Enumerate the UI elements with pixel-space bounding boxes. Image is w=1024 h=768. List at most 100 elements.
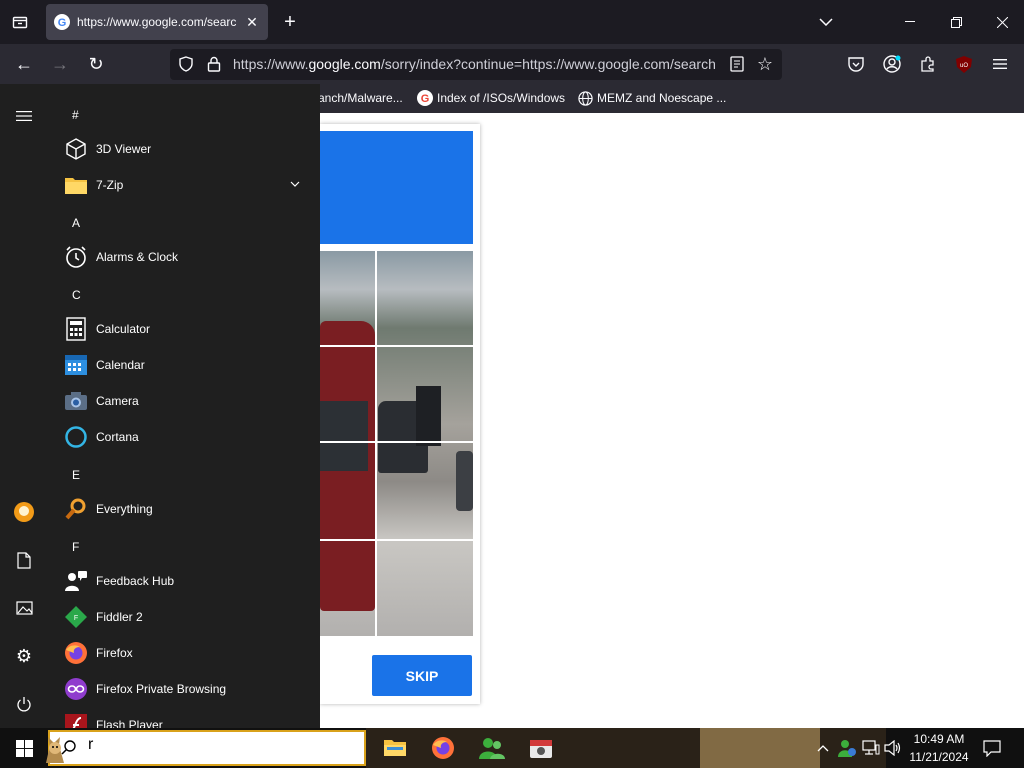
restore-icon[interactable] [942,8,970,36]
tab-title: https://www.google.com/searc [77,15,237,29]
app-calculator[interactable]: Calculator [58,311,312,347]
search-icon [60,737,78,757]
network-icon[interactable] [860,736,882,760]
calendar-icon [62,351,90,379]
url-domain: google.com [308,56,381,72]
captcha-tile[interactable] [377,443,473,538]
pictures-icon[interactable] [0,590,48,626]
app-label: Firefox [96,646,133,660]
tracking-protection-shield-icon[interactable] [176,54,196,74]
captcha-tile[interactable] [377,541,473,636]
settings-gear-icon[interactable]: ⚙ [0,638,48,674]
chevron-down-icon[interactable] [814,10,838,34]
action-center-notification-icon[interactable] [980,736,1004,760]
close-tab-icon[interactable]: ✕ [243,12,261,32]
forward-icon[interactable]: → [46,50,74,78]
captcha-tile[interactable] [377,251,473,344]
recaptcha-image-grid [320,251,473,636]
app-cortana[interactable]: Cortana [58,419,312,455]
captcha-tile[interactable] [320,347,375,440]
captcha-tile[interactable] [377,347,473,440]
bookmark-malware[interactable]: anch/Malware... [318,84,403,113]
taskbar-search-input[interactable] [48,730,366,766]
cube-icon [62,135,90,163]
svg-text:G: G [421,93,430,105]
app-alarms-clock[interactable]: Alarms & Clock [58,239,312,275]
expand-menu-hamburger-icon[interactable] [0,98,48,134]
calculator-icon [62,315,90,343]
section-header-hash[interactable]: # [72,108,79,122]
user-status-tray-icon[interactable] [836,736,858,760]
pocket-icon[interactable] [845,54,867,74]
app-label: Cortana [96,430,139,444]
app-label: Alarms & Clock [96,250,179,264]
app-feedback-hub[interactable]: Feedback Hub [58,563,312,599]
taskbar-wallpaper-strip [700,728,820,768]
app-firefox-private-browsing[interactable]: Firefox Private Browsing [58,671,312,707]
section-header-e[interactable]: E [72,468,80,482]
app-label: Camera [96,394,139,408]
bookmark-isos-windows[interactable]: Index of /ISOs/Windows [437,84,565,113]
media-app-icon[interactable] [521,730,561,766]
section-header-c[interactable]: C [72,288,81,302]
flash-icon [62,711,90,728]
feedback-icon [62,567,90,595]
url-text[interactable]: https://www.google.com/sorry/index?conti… [233,49,715,80]
captcha-tile[interactable] [320,443,375,538]
close-window-icon[interactable] [988,8,1016,36]
app-flash-player[interactable]: Flash Player [58,707,312,728]
clock-date[interactable]: 11/21/2024 [904,750,974,764]
app-3d-viewer[interactable]: 3D Viewer [58,131,312,167]
globe-icon [577,90,593,106]
ublock-origin-icon[interactable]: uO [953,54,975,74]
lock-icon[interactable] [204,54,224,74]
show-hidden-icons-chevron-icon[interactable] [813,736,833,760]
list-all-tabs-icon[interactable] [4,4,36,40]
folder-icon [62,171,90,199]
app-calendar[interactable]: Calendar [58,347,312,383]
bookmark-star-icon[interactable]: ☆ [754,54,776,74]
documents-icon[interactable] [0,542,48,578]
app-label: Flash Player [96,718,163,728]
reader-view-icon[interactable] [727,54,747,74]
app-label: 3D Viewer [96,142,152,156]
new-tab-icon[interactable]: + [278,8,302,36]
private-browsing-icon [62,675,90,703]
url-path: /sorry/index?continue=https://www.google… [380,56,715,72]
app-everything[interactable]: Everything [58,491,312,527]
people-app-icon[interactable] [472,730,512,766]
skip-button[interactable]: SKIP [372,655,472,696]
app-label: Calendar [96,358,145,372]
bookmark-memz[interactable]: MEMZ and Noescape ... [597,84,726,113]
account-icon[interactable] [881,54,903,74]
app-7-zip[interactable]: 7-Zip [58,167,312,203]
app-label: Everything [96,502,153,516]
user-avatar-icon[interactable] [0,494,48,530]
app-fiddler-2[interactable]: F Fiddler 2 [58,599,312,635]
magnifier-icon [62,495,90,523]
cortana-icon [62,423,90,451]
clock-time[interactable]: 10:49 AM [904,732,974,746]
recaptcha-header [320,131,473,244]
section-header-a[interactable]: A [72,216,80,230]
app-camera[interactable]: Camera [58,383,312,419]
fiddler-icon: F [62,603,90,631]
menu-hamburger-icon[interactable] [988,54,1012,74]
url-prefix: https://www. [233,56,309,72]
chevron-down-icon[interactable] [288,177,302,191]
section-header-f[interactable]: F [72,540,79,554]
file-explorer-icon[interactable] [375,730,415,766]
volume-icon[interactable] [882,736,904,760]
app-firefox[interactable]: Firefox [58,635,312,671]
captcha-tile[interactable] [320,251,375,344]
reload-icon[interactable]: ↻ [82,50,110,78]
captcha-tile[interactable] [320,541,375,636]
google-g-icon: G [417,90,433,106]
app-label: 7-Zip [96,178,124,192]
back-icon[interactable]: ← [10,50,38,78]
power-icon[interactable] [0,686,48,722]
google-favicon-icon: G [54,14,70,30]
minimize-icon[interactable] [896,8,924,36]
extensions-puzzle-icon[interactable] [917,54,939,74]
firefox-taskbar-icon[interactable] [423,730,463,766]
